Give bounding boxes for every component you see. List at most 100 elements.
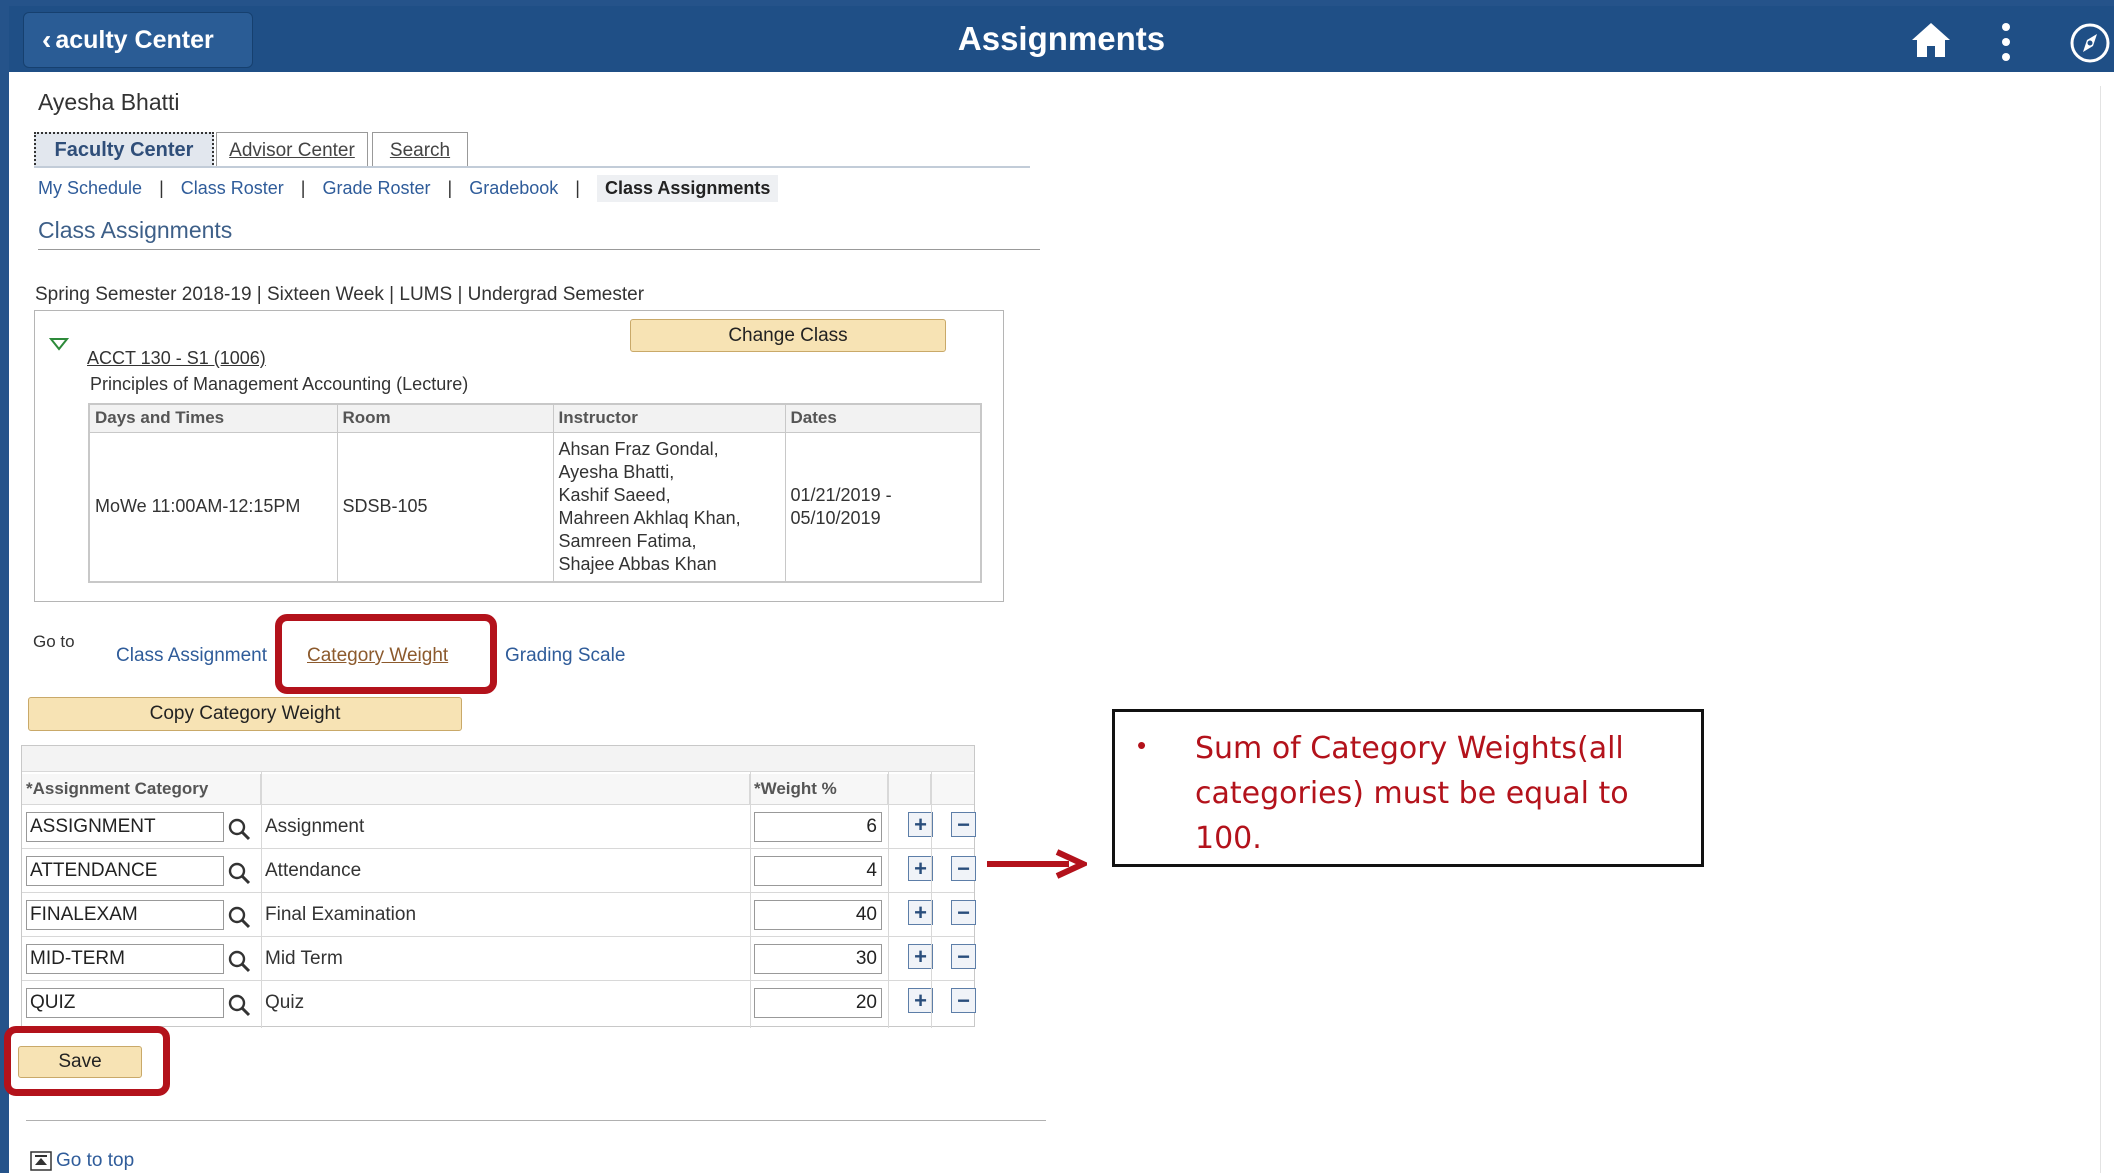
copy-category-weight-button[interactable]: Copy Category Weight [28,697,462,731]
column-header-delete [931,774,974,804]
weight-input[interactable]: 6 [754,812,882,842]
lookup-magnifier-icon[interactable] [226,904,252,930]
home-icon[interactable] [1909,20,1953,60]
page-title: Assignments [957,20,1166,57]
instructor-cell: Ahsan Fraz Gondal, Ayesha Bhatti, Kashif… [552,431,786,583]
bottom-divider [26,1120,1046,1121]
category-description: Mid Term [265,948,343,969]
column-header: Dates [784,403,982,433]
add-row-icon[interactable]: + [908,988,933,1013]
navigator-icon[interactable] [2069,22,2111,64]
delete-row-icon[interactable]: − [951,900,976,925]
change-class-button[interactable]: Change Class [630,319,946,352]
category-code-input[interactable]: QUIZ [26,988,224,1018]
column-header-weight: *Weight % [750,774,888,804]
go-to-top-link[interactable]: Go to top [30,1150,134,1172]
instructor-name: Samreen Fatima, [558,530,697,551]
add-row-icon[interactable]: + [908,900,933,925]
delete-row-icon[interactable]: − [951,944,976,969]
add-row-icon[interactable]: + [908,812,933,837]
instructor-name: Ayesha Bhatti, [558,461,675,482]
instructor-name: Mahreen Akhlaq Khan, [558,507,741,528]
tab-advisor-center[interactable]: Advisor Center [216,132,368,168]
category-code-input[interactable]: FINALEXAM [26,900,224,930]
lookup-magnifier-icon[interactable] [226,948,252,974]
weight-input[interactable]: 40 [754,900,882,930]
lookup-magnifier-icon[interactable] [226,860,252,886]
collapse-triangle-icon[interactable] [49,337,69,351]
category-description: Final Examination [265,904,417,925]
table-row: MID-TERM Mid Term 30 + − [22,936,976,980]
tab-search[interactable]: Search [372,132,468,168]
highlight-category-weight [275,614,497,694]
table-row: ATTENDANCE Attendance 4 + − [22,848,976,892]
add-row-icon[interactable]: + [908,856,933,881]
column-header: Days and Times [88,403,338,433]
room-cell: SDSB-105 [336,431,554,583]
term-info: Spring Semester 2018-19 | Sixteen Week |… [35,284,645,305]
slide-frame-left [0,0,9,1173]
go-to-top-icon [30,1151,52,1171]
section-divider [38,249,1040,250]
scrollbar-track[interactable] [2100,86,2114,1173]
delete-row-icon[interactable]: − [951,856,976,881]
lookup-magnifier-icon[interactable] [226,816,252,842]
annotation-callout: • Sum of Category Weights(all categories… [1112,709,1704,867]
separator: | [447,177,453,198]
dates-cell: 01/21/2019 - 05/10/2019 [784,431,982,583]
column-header-add [888,774,931,804]
goto-grading-scale-link[interactable]: Grading Scale [505,645,625,667]
app-header: ‹ aculty Center Assignments [9,6,2114,72]
delete-row-icon[interactable]: − [951,812,976,837]
category-code-input[interactable]: MID-TERM [26,944,224,974]
subnav-grade-roster[interactable]: Grade Roster [322,178,430,199]
category-code-input[interactable]: ASSIGNMENT [26,812,224,842]
subnav-class-roster[interactable]: Class Roster [181,178,284,199]
date-end: 05/10/2019 [790,507,881,528]
callout-text: Sum of Category Weights(all categories) … [1195,731,1629,856]
course-link[interactable]: ACCT 130 - S1 (1006) [87,348,266,369]
instructor-name: Ahsan Fraz Gondal, [558,438,719,459]
subnav-class-assignments[interactable]: Class Assignments [596,174,779,202]
category-description: Attendance [265,860,362,881]
separator: | [300,177,306,198]
weight-input[interactable]: 20 [754,988,882,1018]
column-divider [888,772,889,1028]
column-divider [750,772,751,1028]
column-header-category: *Assignment Category [22,774,261,804]
callout-bullet: • [1137,730,1147,760]
weight-input[interactable]: 4 [754,856,882,886]
column-divider [931,772,932,1028]
instructor-name: Shajee Abbas Khan [558,553,717,574]
more-vertical-icon[interactable] [1999,20,2013,64]
separator: | [575,177,580,198]
weight-input[interactable]: 30 [754,944,882,974]
lookup-magnifier-icon[interactable] [226,992,252,1018]
category-code-input[interactable]: ATTENDANCE [26,856,224,886]
arrow-right-icon [987,849,1087,879]
days-times-cell: MoWe 11:00AM-12:15PM [88,431,338,583]
highlight-save [4,1026,170,1096]
category-description: Assignment [265,816,365,837]
date-start: 01/21/2019 - [790,484,892,505]
column-header-description [261,774,750,804]
subnav-gradebook[interactable]: Gradebook [469,178,558,199]
table-row: FINALEXAM Final Examination 40 + − [22,892,976,936]
delete-row-icon[interactable]: − [951,988,976,1013]
course-description: Principles of Management Accounting (Lec… [90,374,469,394]
category-weight-grid: *Assignment Category *Weight % ASSIGNMEN… [21,745,976,1028]
user-name: Ayesha Bhatti [38,89,180,115]
column-header: Instructor [552,403,786,433]
tab-faculty-center[interactable]: Faculty Center [34,132,214,168]
instructor-name: Kashif Saeed, [558,484,671,505]
table-row: QUIZ Quiz 20 + − [22,980,976,1024]
separator: | [159,177,164,198]
goto-class-assignment-link[interactable]: Class Assignment [116,645,267,667]
section-title: Class Assignments [38,217,233,243]
subnav-my-schedule[interactable]: My Schedule [38,178,142,199]
grid-toolbar [22,746,974,772]
go-to-top-label: Go to top [56,1150,135,1171]
add-row-icon[interactable]: + [908,944,933,969]
tab-underline [34,166,1030,168]
column-header: Room [336,403,554,433]
